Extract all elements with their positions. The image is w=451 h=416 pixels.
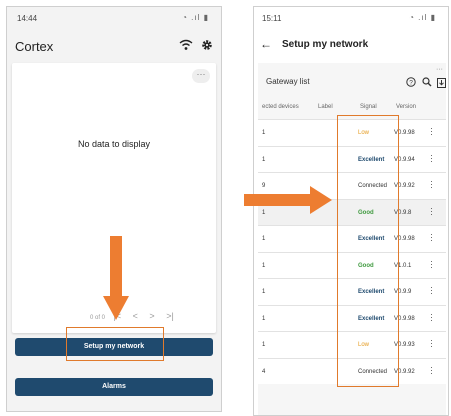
down-arrow-icon xyxy=(103,236,129,320)
right-arrow-icon xyxy=(244,186,332,214)
annotation-arrows xyxy=(103,186,332,320)
